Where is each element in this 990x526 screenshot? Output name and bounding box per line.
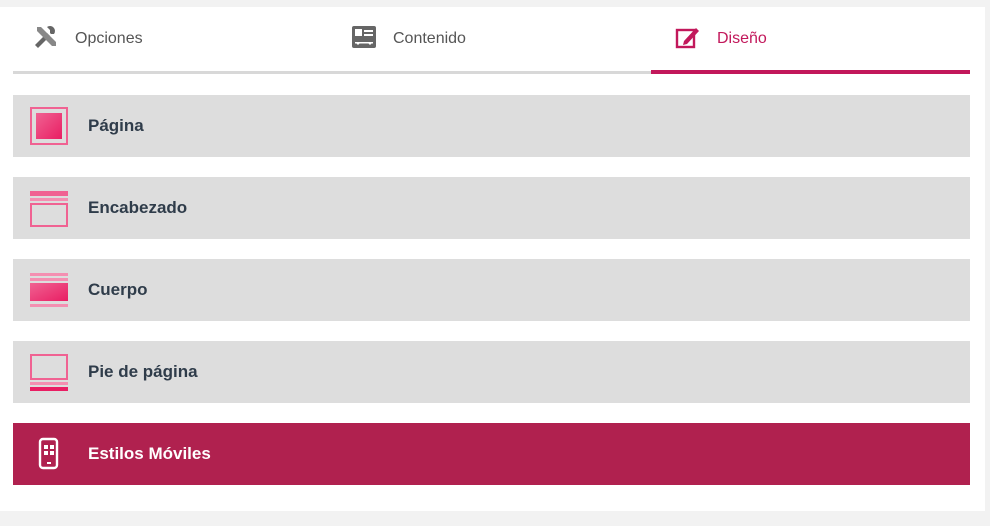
page-layout-icon: [29, 106, 69, 146]
cropped-top-text: [0, 0, 990, 7]
active-tab-indicator: [651, 70, 970, 74]
edit-icon: [673, 23, 703, 51]
section-pagina[interactable]: Página: [13, 95, 970, 157]
tools-icon: [31, 23, 61, 51]
section-pie-de-pagina-label: Pie de página: [88, 362, 198, 381]
section-pie-de-pagina[interactable]: Pie de página: [13, 341, 970, 403]
section-pagina-label: Página: [88, 116, 144, 135]
mobile-icon: [29, 434, 69, 474]
tab-contenido-label: Contenido: [393, 30, 466, 47]
tab-diseno[interactable]: Diseño: [673, 28, 767, 69]
footer-layout-icon: [29, 352, 69, 392]
section-encabezado[interactable]: Encabezado: [13, 177, 970, 239]
header-layout-icon: [29, 188, 69, 228]
contact-card-icon: [349, 23, 379, 51]
section-cuerpo-label: Cuerpo: [88, 280, 148, 299]
section-cuerpo[interactable]: Cuerpo: [13, 259, 970, 321]
design-panel: Opciones Contenido Diseño Página Encabez…: [0, 7, 985, 511]
body-layout-icon: [29, 270, 69, 310]
section-estilos-moviles[interactable]: Estilos Móviles: [13, 423, 970, 485]
section-encabezado-label: Encabezado: [88, 198, 188, 217]
tab-opciones[interactable]: Opciones: [31, 25, 143, 69]
tab-diseno-label: Diseño: [717, 30, 767, 47]
tab-contenido[interactable]: Contenido: [349, 26, 466, 69]
tab-bar: Opciones Contenido Diseño: [13, 7, 970, 75]
tab-opciones-label: Opciones: [75, 30, 143, 47]
section-estilos-moviles-label: Estilos Móviles: [88, 444, 211, 463]
